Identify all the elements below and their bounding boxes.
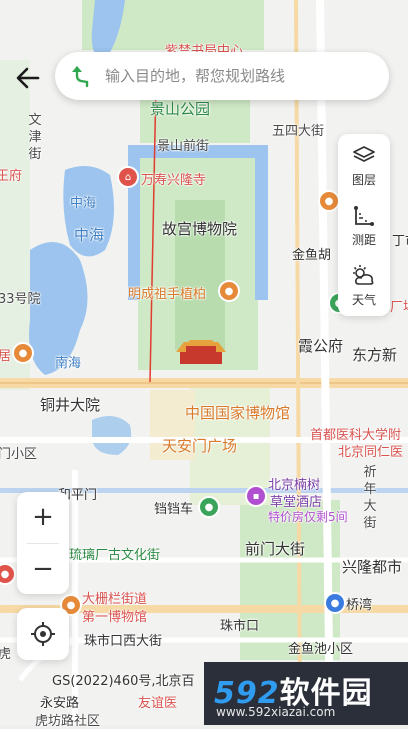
map-label-zhushikou: 珠市口 [220, 619, 260, 634]
map-label-left-ju: 居 [0, 349, 12, 364]
map-label-palace-museum[interactable]: 故宫博物院 [162, 218, 237, 239]
weather-button[interactable]: 天气 [338, 256, 390, 316]
map-label-dongfang: 东方新 [352, 346, 398, 364]
zoom-out-button[interactable]: − [17, 544, 69, 594]
map-label-wusi-st: 五四大街 [272, 124, 325, 139]
map-label-menxiao: 门小区 [0, 447, 38, 462]
map-label-wanshou-temple[interactable]: 万寿兴隆寺 [141, 169, 206, 188]
map-label-left-tiao: 王府 [0, 169, 23, 184]
map-label-museum[interactable]: 中国国家博物馆 [185, 402, 290, 423]
tram-pin-icon[interactable]: ● [200, 498, 218, 516]
map-label-qiaowan: 桥湾 [346, 598, 373, 613]
back-button[interactable] [10, 60, 46, 96]
layers-label: 图层 [351, 173, 376, 187]
map-label-ding: 丁市 [392, 234, 408, 249]
map-label-no33: 33号院 [0, 292, 41, 307]
measure-label: 测距 [351, 233, 376, 247]
map-label-xinglong: 兴隆都市 [342, 558, 403, 576]
weather-icon [353, 265, 374, 285]
map-label-qianmen: 前门大街 [245, 540, 306, 558]
map-label-youyi[interactable]: 友谊医 [138, 692, 177, 711]
map-label-jingshan-park[interactable]: 景山公园 [150, 98, 210, 119]
site-watermark: 592软件园 www.592xiazai.com [204, 662, 408, 725]
destination-input[interactable] [103, 66, 367, 86]
map-label-left-ex: 厂埠 [390, 300, 408, 315]
ruler-icon [354, 206, 374, 226]
map-license-text: GS(2022)460号,北京百 [52, 674, 195, 689]
weather-label: 天气 [351, 293, 376, 307]
map-label-jingshan-front-st: 景山前街 [157, 139, 210, 154]
map-label-zhonghai-2: 中海 [74, 226, 105, 244]
map-label-tongjing: 铜井大院 [40, 396, 101, 414]
left-pin-icon[interactable]: ● [14, 344, 32, 362]
zoom-in-button[interactable]: + [17, 492, 69, 542]
route-arrow-icon [71, 63, 97, 89]
map-label-tongren[interactable]: 北京同仁医 [338, 441, 403, 460]
measure-button[interactable]: 测距 [338, 196, 390, 256]
map-label-jinyu: 金鱼胡 [292, 248, 332, 263]
map-label-zhushikou-w: 珠市口西大街 [84, 634, 163, 649]
map-label-hu-2: 虎坊路社区 [35, 714, 101, 729]
tiananmen-icon [176, 340, 226, 364]
map-label-huishou[interactable]: 明成祖手植柏 [128, 283, 206, 302]
map-label-xinian: 祈年大街 [363, 465, 377, 531]
map-label-jinyuchi: 金鱼池小区 [288, 642, 354, 657]
map-label-nanhai: 南海 [55, 356, 82, 371]
map-label-zhonghai-1: 中海 [70, 196, 97, 211]
map-label-wenjin-st: 文津街 [28, 113, 42, 162]
map-label-yongan: 永安路 [40, 696, 80, 711]
destination-search-bar[interactable] [55, 52, 389, 100]
watermark-url: www.592xiazai.com [216, 705, 336, 719]
map-label-dashilan-2[interactable]: 第一博物馆 [82, 606, 147, 625]
map-label-hu: 虎 [0, 647, 12, 662]
locate-me-button[interactable] [17, 608, 69, 660]
metro-pin-icon[interactable]: ● [326, 594, 344, 612]
map-label-liulichang[interactable]: 琉璃厂古文化街 [69, 544, 160, 563]
layers-button[interactable]: 图层 [338, 136, 390, 196]
map-tool-panel: 图层 测距 天气 [338, 134, 390, 316]
poi-pin-icon[interactable]: ● [320, 192, 338, 210]
map-label-dangdang: 铛铛车 [154, 502, 194, 517]
map-label-dashilan-1[interactable]: 大栅栏街道 [82, 588, 147, 607]
tree-pin-icon[interactable]: ● [220, 282, 238, 300]
map-label-xiagong: 霞公府 [298, 337, 344, 355]
zoom-controls: + − [17, 492, 69, 594]
crosshair-icon [31, 622, 55, 646]
hotel-pin-icon[interactable]: ▪ [247, 487, 265, 505]
map-label-hotel-price[interactable]: 特价房仅剩5间 [268, 508, 348, 525]
map-label-tiananmen-sq[interactable]: 天安门广场 [162, 435, 237, 456]
layers-icon [353, 146, 375, 162]
back-arrow-icon [16, 67, 40, 89]
temple-pin-icon[interactable]: ⌂ [119, 168, 137, 186]
